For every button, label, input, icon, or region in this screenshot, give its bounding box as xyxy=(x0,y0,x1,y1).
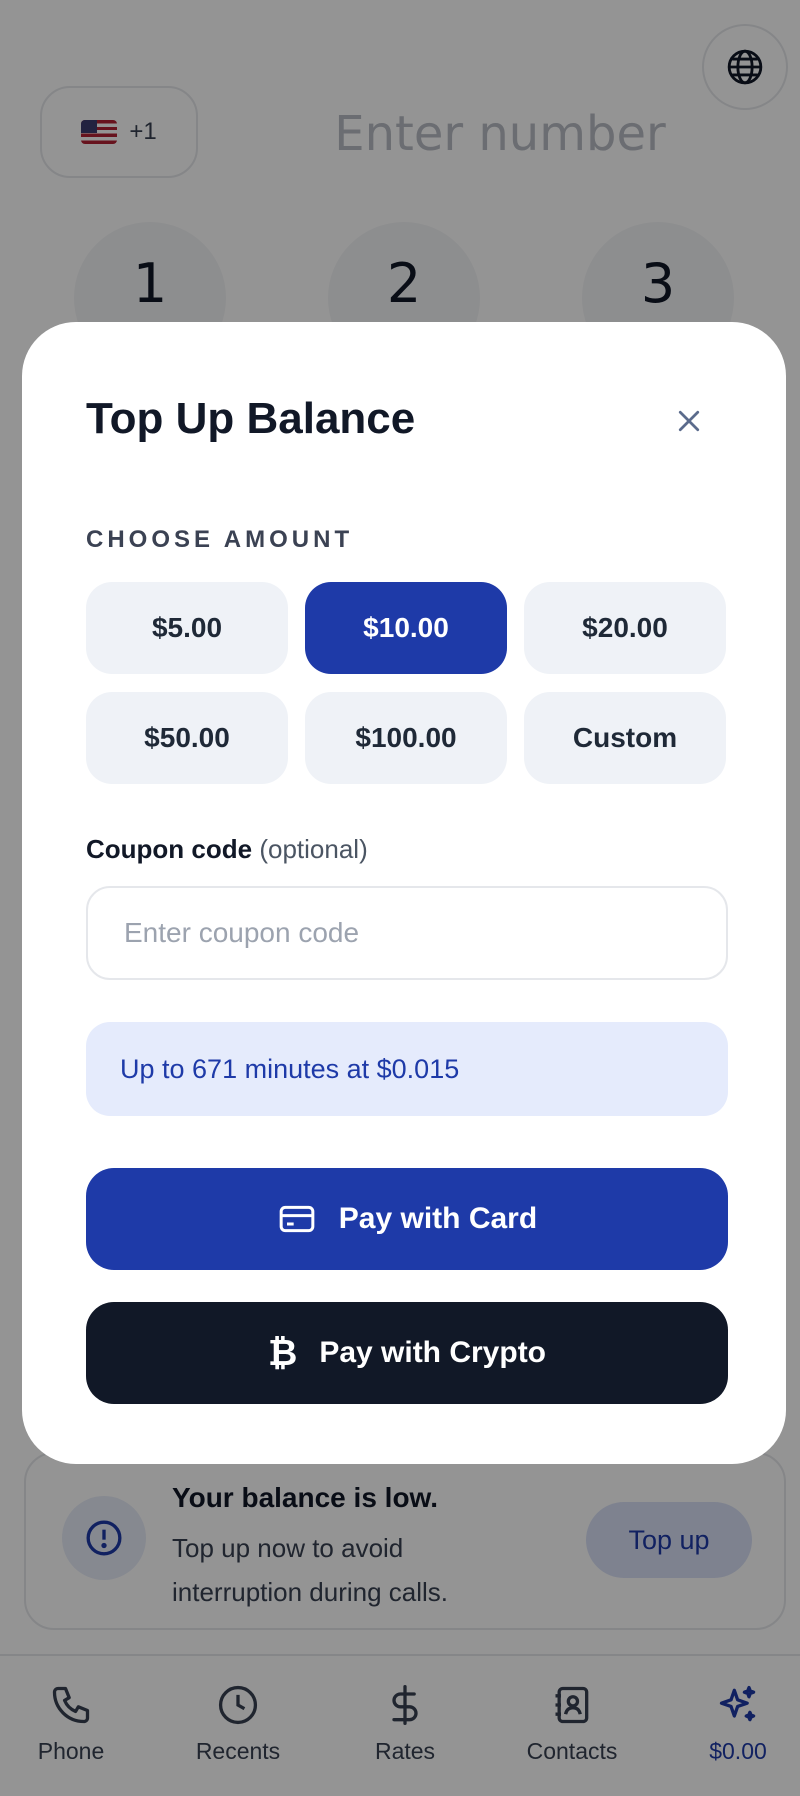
close-icon xyxy=(678,410,700,432)
amount-option-10[interactable]: $10.00 xyxy=(305,582,507,674)
minutes-info-box: Up to 671 minutes at $0.015 xyxy=(86,1022,728,1116)
pay-with-crypto-button[interactable]: ₿ Pay with Crypto xyxy=(86,1302,728,1404)
coupon-optional-text: (optional) xyxy=(259,834,368,864)
choose-amount-label: CHOOSE AMOUNT xyxy=(86,526,354,553)
pay-with-crypto-label: Pay with Crypto xyxy=(319,1336,547,1369)
amount-option-custom[interactable]: Custom xyxy=(524,692,726,784)
top-up-dialog: Top Up Balance CHOOSE AMOUNT $5.00 $10.0… xyxy=(22,322,786,1464)
amount-option-100[interactable]: $100.00 xyxy=(305,692,507,784)
minutes-info-text: Up to 671 minutes at $0.015 xyxy=(120,1053,460,1084)
coupon-code-input[interactable] xyxy=(86,886,728,980)
coupon-label: Coupon code (optional) xyxy=(86,834,368,865)
amount-option-50[interactable]: $50.00 xyxy=(86,692,288,784)
dialog-title: Top Up Balance xyxy=(86,394,416,443)
close-button[interactable] xyxy=(662,394,716,448)
pay-with-card-button[interactable]: Pay with Card xyxy=(86,1168,728,1270)
bitcoin-icon: ₿ xyxy=(267,1333,298,1374)
amount-option-20[interactable]: $20.00 xyxy=(524,582,726,674)
credit-card-icon xyxy=(279,1205,315,1233)
amount-option-5[interactable]: $5.00 xyxy=(86,582,288,674)
coupon-label-text: Coupon code xyxy=(86,834,253,864)
pay-with-card-label: Pay with Card xyxy=(338,1202,538,1235)
